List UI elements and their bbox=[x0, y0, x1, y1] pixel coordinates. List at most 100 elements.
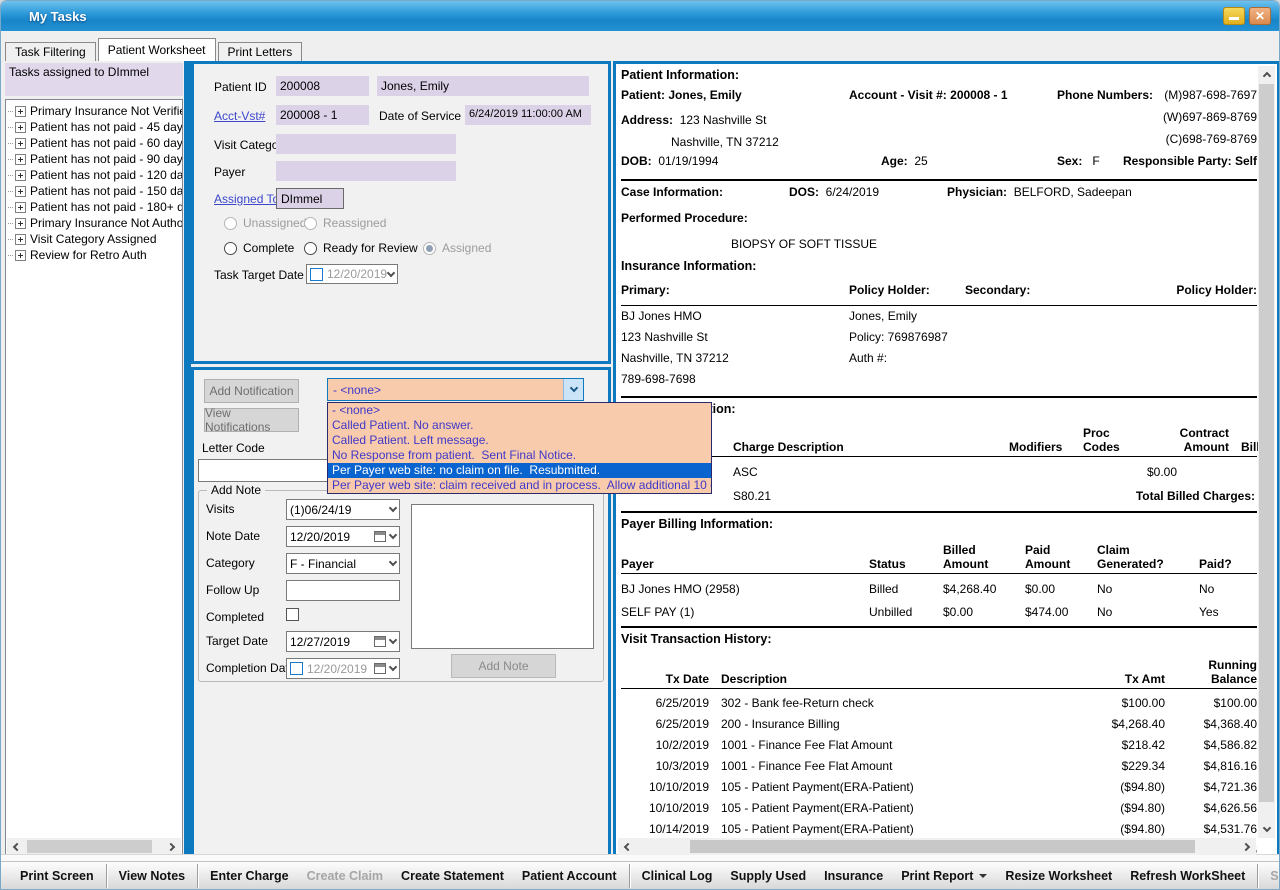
scroll-left-icon[interactable] bbox=[618, 838, 635, 855]
note-date-label: Note Date bbox=[206, 529, 260, 543]
expand-plus-icon[interactable] bbox=[15, 202, 26, 213]
toolbar-button[interactable]: View Notes bbox=[106, 864, 194, 888]
add-note-button[interactable]: Add Note bbox=[451, 654, 556, 678]
toolbar-button[interactable]: Print Screen bbox=[11, 864, 103, 888]
scroll-right-icon[interactable] bbox=[1239, 838, 1256, 855]
tree-item[interactable]: Primary Insurance Not Verified bbox=[8, 103, 182, 119]
radio-option: Reassigned bbox=[304, 216, 386, 230]
expand-plus-icon[interactable] bbox=[15, 154, 26, 165]
worksheet-horizontal-scrollbar[interactable] bbox=[618, 838, 1256, 855]
expand-plus-icon[interactable] bbox=[15, 186, 26, 197]
scrollbar-thumb[interactable] bbox=[1259, 84, 1274, 802]
assigned-to-link[interactable]: Assigned To bbox=[214, 192, 279, 206]
toolbar-button[interactable]: Enter Charge bbox=[197, 864, 298, 888]
splitter[interactable] bbox=[184, 61, 191, 857]
view-notifications-button[interactable]: View Notifications bbox=[204, 408, 299, 432]
scroll-right-icon[interactable] bbox=[164, 838, 181, 855]
tree-item[interactable]: Patient has not paid - 120 days bbox=[8, 167, 182, 183]
note-text-area[interactable] bbox=[411, 504, 594, 649]
notification-combobox[interactable]: - <none> bbox=[327, 378, 584, 401]
tab[interactable]: Print Letters bbox=[218, 42, 303, 61]
visits-combobox[interactable]: (1)06/24/19 bbox=[286, 499, 400, 520]
scroll-left-icon[interactable] bbox=[7, 838, 24, 855]
payer-field[interactable] bbox=[276, 161, 456, 181]
tree-item[interactable]: Patient has not paid - 150 days bbox=[8, 183, 182, 199]
scrollbar-thumb[interactable] bbox=[690, 840, 1195, 853]
sidebar-horizontal-scrollbar[interactable] bbox=[7, 838, 181, 855]
assigned-to-field[interactable]: DImmel bbox=[276, 188, 344, 209]
dropdown-option[interactable]: Per Payer web site: claim received and i… bbox=[328, 478, 711, 493]
tab[interactable]: Patient Worksheet bbox=[98, 38, 216, 61]
tree-item[interactable]: Patient has not paid - 60 days bbox=[8, 135, 182, 151]
chevron-down-icon bbox=[389, 558, 397, 566]
date-enable-checkbox[interactable] bbox=[310, 268, 323, 281]
patient-name-field[interactable]: Jones, Emily bbox=[377, 76, 589, 96]
tree-item[interactable]: Patient has not paid - 45 days bbox=[8, 119, 182, 135]
task-target-date-picker[interactable]: 12/20/2019 bbox=[306, 264, 398, 284]
expand-plus-icon[interactable] bbox=[15, 234, 26, 245]
expand-plus-icon[interactable] bbox=[15, 250, 26, 261]
tx-date: 6/25/2019 bbox=[621, 717, 709, 731]
radio-option[interactable]: Ready for Review bbox=[304, 241, 423, 255]
tree-item[interactable]: Review for Retro Auth bbox=[8, 247, 182, 263]
visit-transaction-history-title: Visit Transaction History: bbox=[621, 632, 1257, 652]
payer-paid-flag: No bbox=[1199, 582, 1257, 596]
dropdown-option[interactable]: Per Payer web site: no claim on file. Re… bbox=[328, 463, 711, 478]
dropdown-option[interactable]: - <none> bbox=[328, 403, 711, 418]
radio-option[interactable]: Complete bbox=[224, 241, 304, 255]
target-date-picker[interactable]: 12/27/2019 bbox=[286, 631, 400, 652]
tree-item[interactable]: Visit Category Assigned bbox=[8, 231, 182, 247]
radio-icon bbox=[423, 242, 436, 255]
scrollbar-thumb[interactable] bbox=[27, 840, 152, 853]
toolbar-button[interactable]: Patient Account bbox=[513, 864, 626, 888]
dropdown-option[interactable]: No Response from patient. Sent Final Not… bbox=[328, 448, 711, 463]
transaction-row: 6/25/2019 302 - Bank fee-Return check $1… bbox=[621, 692, 1257, 713]
visit-category-field[interactable] bbox=[276, 134, 456, 154]
follow-up-input[interactable] bbox=[286, 580, 400, 601]
tree-item[interactable]: Patient has not paid - 180+ days bbox=[8, 199, 182, 215]
acct-vst-link[interactable]: Acct-Vst# bbox=[214, 109, 265, 123]
category-combobox[interactable]: F - Financial bbox=[286, 553, 400, 574]
date-of-service-field[interactable]: 6/24/2019 11:00:00 AM bbox=[465, 105, 591, 125]
physician-label: Physician: bbox=[947, 185, 1007, 199]
add-notification-button[interactable]: Add Notification bbox=[204, 379, 299, 403]
expand-plus-icon[interactable] bbox=[15, 122, 26, 133]
insurance-line: 789-698-7698 bbox=[621, 372, 849, 393]
payer-name: SELF PAY (1) bbox=[621, 605, 869, 619]
tree-item[interactable]: Primary Insurance Not Authorized bbox=[8, 215, 182, 231]
completion-date-picker[interactable]: 12/20/2019 bbox=[286, 658, 400, 679]
toolbar-button[interactable]: Supply Used bbox=[721, 864, 815, 888]
billing-rows: ASC $0.00 S80.21 Total Billed Charges: bbox=[621, 460, 1257, 508]
scroll-down-icon[interactable] bbox=[1258, 821, 1275, 838]
toolbar-button[interactable]: Clinical Log bbox=[629, 864, 722, 888]
dropdown-option[interactable]: Called Patient. Left message. bbox=[328, 433, 711, 448]
toolbar-button[interactable]: Resize Worksheet bbox=[996, 864, 1121, 888]
expand-plus-icon[interactable] bbox=[15, 218, 26, 229]
minimize-button[interactable] bbox=[1223, 7, 1245, 25]
payer-label: Payer bbox=[214, 165, 245, 179]
completed-checkbox[interactable] bbox=[286, 608, 299, 621]
date-enable-checkbox[interactable] bbox=[290, 662, 303, 675]
payer-billed: $0.00 bbox=[943, 605, 1025, 619]
toolbar-button: Create Claim bbox=[298, 864, 392, 888]
scroll-up-icon[interactable] bbox=[1258, 66, 1275, 83]
acct-vst-field[interactable]: 200008 - 1 bbox=[276, 105, 369, 125]
tab[interactable]: Task Filtering bbox=[5, 42, 96, 61]
combo-dropdown-button[interactable] bbox=[563, 379, 583, 400]
tree-item[interactable]: Patient has not paid - 90 days bbox=[8, 151, 182, 167]
patient-id-field[interactable]: 200008 bbox=[276, 76, 369, 96]
dropdown-option[interactable]: Called Patient. No answer. bbox=[328, 418, 711, 433]
toolbar-button[interactable]: Create Statement bbox=[392, 864, 513, 888]
expand-plus-icon[interactable] bbox=[15, 170, 26, 181]
toolbar-button[interactable]: Refresh WorkSheet bbox=[1121, 864, 1254, 888]
note-date-picker[interactable]: 12/20/2019 bbox=[286, 526, 400, 547]
paid-amount-header: Paid Amount bbox=[1025, 543, 1097, 571]
toolbar-button[interactable]: Insurance bbox=[815, 864, 892, 888]
close-button[interactable]: ✕ bbox=[1249, 7, 1271, 25]
toolbar-button[interactable]: Print Report bbox=[892, 864, 996, 888]
expand-plus-icon[interactable] bbox=[15, 138, 26, 149]
close-icon: ✕ bbox=[1255, 10, 1265, 22]
worksheet-vertical-scrollbar[interactable] bbox=[1258, 66, 1275, 838]
expand-plus-icon[interactable] bbox=[15, 106, 26, 117]
dob-value: 01/19/1994 bbox=[658, 154, 718, 168]
